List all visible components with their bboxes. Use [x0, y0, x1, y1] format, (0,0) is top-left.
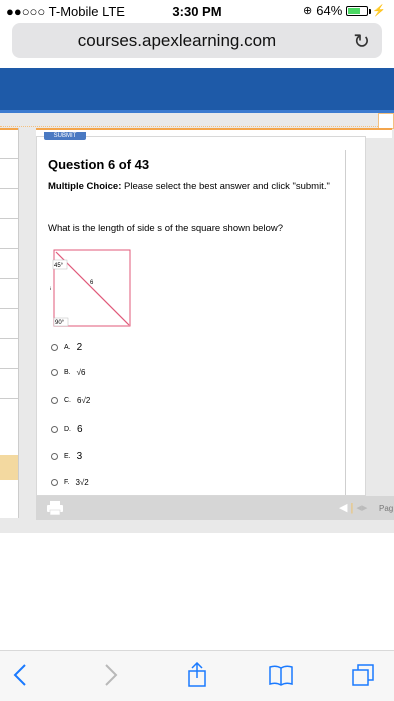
choice-value: 6: [77, 424, 83, 435]
address-bar[interactable]: courses.apexlearning.com ↻: [12, 23, 382, 58]
choice-value: 2: [76, 342, 83, 353]
choice-value: 6√2: [77, 396, 91, 405]
angle-bottom-label: 90°: [55, 320, 65, 326]
status-right: ⊕ 64% ⚡: [303, 3, 386, 18]
radio-button[interactable]: [51, 344, 58, 351]
choice-letter: F.: [64, 479, 70, 486]
strip-accent: [0, 128, 18, 130]
panel-divider: [345, 150, 346, 495]
print-icon[interactable]: [46, 500, 64, 516]
nav-separator: |: [350, 502, 354, 514]
page-label: Pag: [379, 504, 394, 513]
choice-b[interactable]: B. √6: [51, 368, 85, 377]
site-header: [0, 68, 394, 110]
rotation-lock-icon: ⊕: [303, 5, 313, 17]
choice-a[interactable]: A. 2: [51, 342, 82, 353]
question-title: Question 6 of 43: [48, 157, 150, 172]
next-page-icon[interactable]: ◂▸: [356, 502, 367, 514]
battery-icon: [346, 5, 372, 16]
tabs-icon[interactable]: [350, 662, 376, 688]
instructions-text: Please select the best answer and click …: [124, 181, 330, 192]
prev-page-icon[interactable]: ◀: [339, 502, 347, 514]
radio-button[interactable]: [51, 397, 58, 404]
bookmarks-icon[interactable]: [268, 662, 294, 688]
choice-e[interactable]: E. 3: [51, 451, 82, 462]
angle-top-label: 45°: [54, 263, 64, 269]
radio-button[interactable]: [51, 426, 58, 433]
choice-f[interactable]: F. 3√2: [51, 478, 89, 487]
current-question-marker: [0, 455, 18, 480]
question-instructions: Multiple Choice: Please select the best …: [48, 181, 338, 193]
side-label: s: [50, 286, 51, 292]
choice-value: 3: [76, 451, 83, 462]
forward-icon[interactable]: [96, 662, 122, 688]
question-prompt: What is the length of side s of the squa…: [48, 223, 283, 234]
charging-icon: ⚡: [372, 5, 386, 17]
choice-value: 3√2: [75, 478, 89, 487]
choice-letter: D.: [64, 426, 71, 433]
status-bar: ●●○○○ T-Mobile LTE 3:30 PM ⊕ 64% ⚡: [0, 0, 394, 22]
radio-button[interactable]: [51, 479, 58, 486]
choice-value: √6: [76, 368, 86, 377]
choice-letter: B.: [64, 369, 71, 376]
share-icon[interactable]: [184, 662, 210, 688]
choice-letter: E.: [64, 453, 71, 460]
battery-percent: 64%: [316, 3, 343, 18]
question-type-label: Multiple Choice:: [48, 181, 122, 192]
choice-letter: A.: [64, 344, 71, 351]
url-text[interactable]: courses.apexlearning.com: [12, 31, 342, 51]
corner-box: [378, 113, 394, 129]
choice-c[interactable]: C. 6√2: [51, 396, 90, 405]
reload-icon[interactable]: ↻: [353, 29, 370, 54]
radio-button[interactable]: [51, 369, 58, 376]
choice-d[interactable]: D. 6: [51, 424, 83, 435]
radio-button[interactable]: [51, 453, 58, 460]
square-figure: 45° 90° 6 s: [50, 249, 131, 327]
page-nav[interactable]: ◀ | ◂▸: [339, 501, 367, 514]
submit-button[interactable]: SUBMIT: [44, 132, 86, 140]
back-icon[interactable]: [9, 662, 35, 688]
choice-letter: C.: [64, 397, 71, 404]
